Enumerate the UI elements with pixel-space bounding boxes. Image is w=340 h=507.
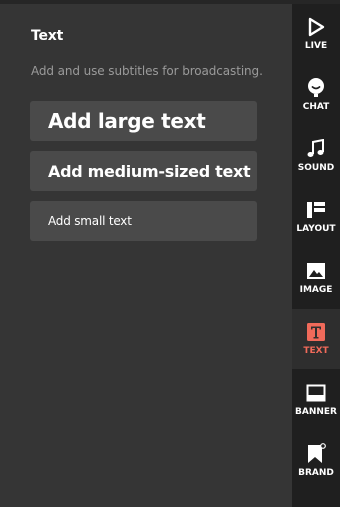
layout-icon — [305, 199, 327, 221]
add-medium-text-button[interactable]: Add medium-sized text — [30, 151, 257, 191]
sidebar-item-label: IMAGE — [299, 285, 333, 295]
sidebar-item-label: SOUND — [297, 163, 335, 173]
panel-title: Text — [31, 28, 64, 44]
panel-description: Add and use subtitles for broadcasting. — [31, 64, 263, 78]
sidebar-item-brand[interactable]: BRAND — [292, 431, 340, 491]
sidebar-item-label: CHAT — [302, 102, 330, 112]
sidebar: LIVE CHAT SOUND LAYOUT IMAGE TEXT BANNER… — [292, 4, 340, 507]
music-note-icon — [305, 138, 327, 160]
banner-icon — [305, 382, 327, 404]
sidebar-item-label: LIVE — [304, 41, 328, 51]
sidebar-item-chat[interactable]: CHAT — [292, 65, 340, 125]
sidebar-item-live[interactable]: LIVE — [292, 4, 340, 64]
chat-bubble-icon — [305, 77, 327, 99]
text-panel: Text Add and use subtitles for broadcast… — [0, 4, 292, 507]
sidebar-item-label: LAYOUT — [296, 224, 336, 234]
sidebar-item-label: BRAND — [298, 468, 334, 478]
brand-ribbon-icon — [305, 443, 327, 465]
sidebar-item-label: TEXT — [303, 346, 329, 356]
sidebar-item-layout[interactable]: LAYOUT — [292, 187, 340, 247]
sidebar-item-text[interactable]: TEXT — [292, 309, 340, 369]
add-small-text-button[interactable]: Add small text — [30, 201, 257, 241]
add-large-text-button[interactable]: Add large text — [30, 101, 257, 141]
sidebar-item-label: BANNER — [295, 407, 337, 417]
sidebar-item-image[interactable]: IMAGE — [292, 248, 340, 308]
app-window: Text Add and use subtitles for broadcast… — [0, 0, 340, 507]
image-icon — [305, 260, 327, 282]
sidebar-item-sound[interactable]: SOUND — [292, 126, 340, 186]
play-icon — [305, 16, 327, 38]
text-icon — [305, 321, 327, 343]
sidebar-item-banner[interactable]: BANNER — [292, 370, 340, 430]
